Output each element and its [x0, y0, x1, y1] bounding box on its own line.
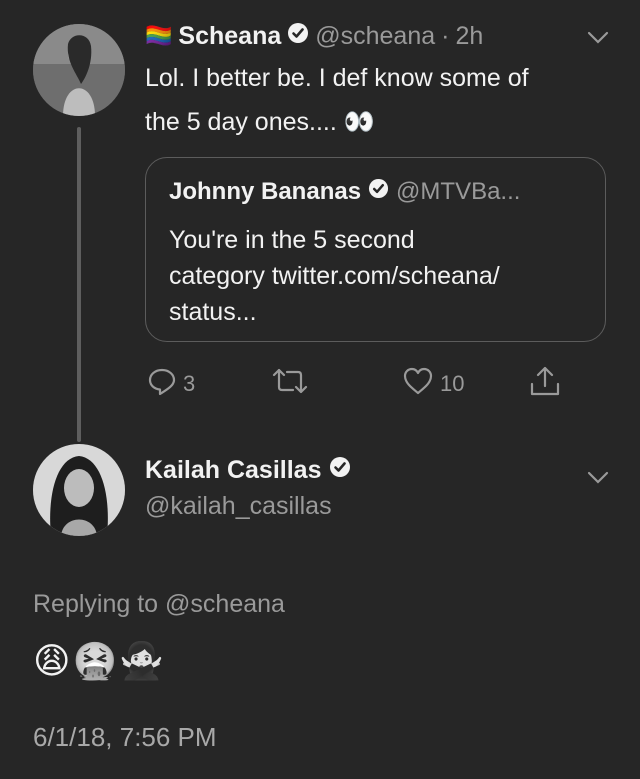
verified-badge-icon [329, 456, 351, 485]
quoted-author-name: Johnny Bananas [169, 178, 362, 205]
like-icon [402, 366, 434, 402]
verified-badge-icon [368, 178, 389, 206]
author-name[interactable]: Kailah Casillas [145, 456, 321, 485]
scheana-avatar[interactable] [33, 24, 125, 116]
author-handle[interactable]: @scheana [315, 22, 435, 51]
tweet-text-line: the 5 day ones.... 👀 [145, 108, 375, 136]
quoted-text-line: category twitter.com/scheana/ [169, 262, 500, 290]
tweet1-header: 🏳️‍🌈 Scheana @scheana · 2h [145, 20, 483, 52]
replying-to-handle[interactable]: @scheana [165, 590, 285, 618]
share-button[interactable] [528, 364, 562, 404]
quoted-author-handle: @MTVBa... [396, 178, 521, 205]
tweet-time[interactable]: 2h [455, 22, 483, 51]
replying-prefix: Replying to [33, 590, 159, 618]
separator: · [441, 21, 450, 50]
verified-badge-icon [287, 22, 309, 51]
tweet2-text: 😩🤮🙅🏻‍♀️ [33, 640, 167, 681]
tweet-text-line: Lol. I better be. I def know some of [145, 64, 529, 92]
chevron-down-icon[interactable] [586, 30, 610, 51]
reply-button[interactable]: 3 [147, 366, 195, 402]
thread-connector-line [77, 127, 81, 442]
like-count: 10 [440, 371, 465, 396]
flag-emoji: 🏳️‍🌈 [145, 23, 173, 48]
like-button[interactable]: 10 [402, 366, 464, 402]
tweet2-header: Kailah Casillas [145, 456, 351, 485]
tweet1-text: Lol. I better be. I def know some of the… [145, 56, 529, 144]
retweet-button[interactable] [272, 366, 314, 402]
quoted-text-line: You're in the 5 second [169, 226, 415, 254]
tweet-timestamp: 6/1/18, 7:56 PM [33, 722, 217, 752]
replying-to-line: Replying to @scheana [33, 590, 285, 619]
reply-icon [147, 366, 177, 402]
quoted-tweet-text: You're in the 5 second category twitter.… [169, 222, 500, 330]
chevron-down-icon[interactable] [586, 470, 610, 491]
quoted-text-line: status... [169, 298, 257, 326]
quoted-tweet-card[interactable]: Johnny Bananas @MTVBa... You're in the 5… [145, 157, 606, 342]
author-handle[interactable]: @kailah_casillas [145, 492, 332, 521]
reply-count: 3 [183, 371, 196, 396]
retweet-icon [272, 366, 308, 402]
author-name[interactable]: Scheana [178, 22, 281, 51]
share-icon [528, 364, 562, 404]
kailah-avatar[interactable] [33, 444, 125, 536]
